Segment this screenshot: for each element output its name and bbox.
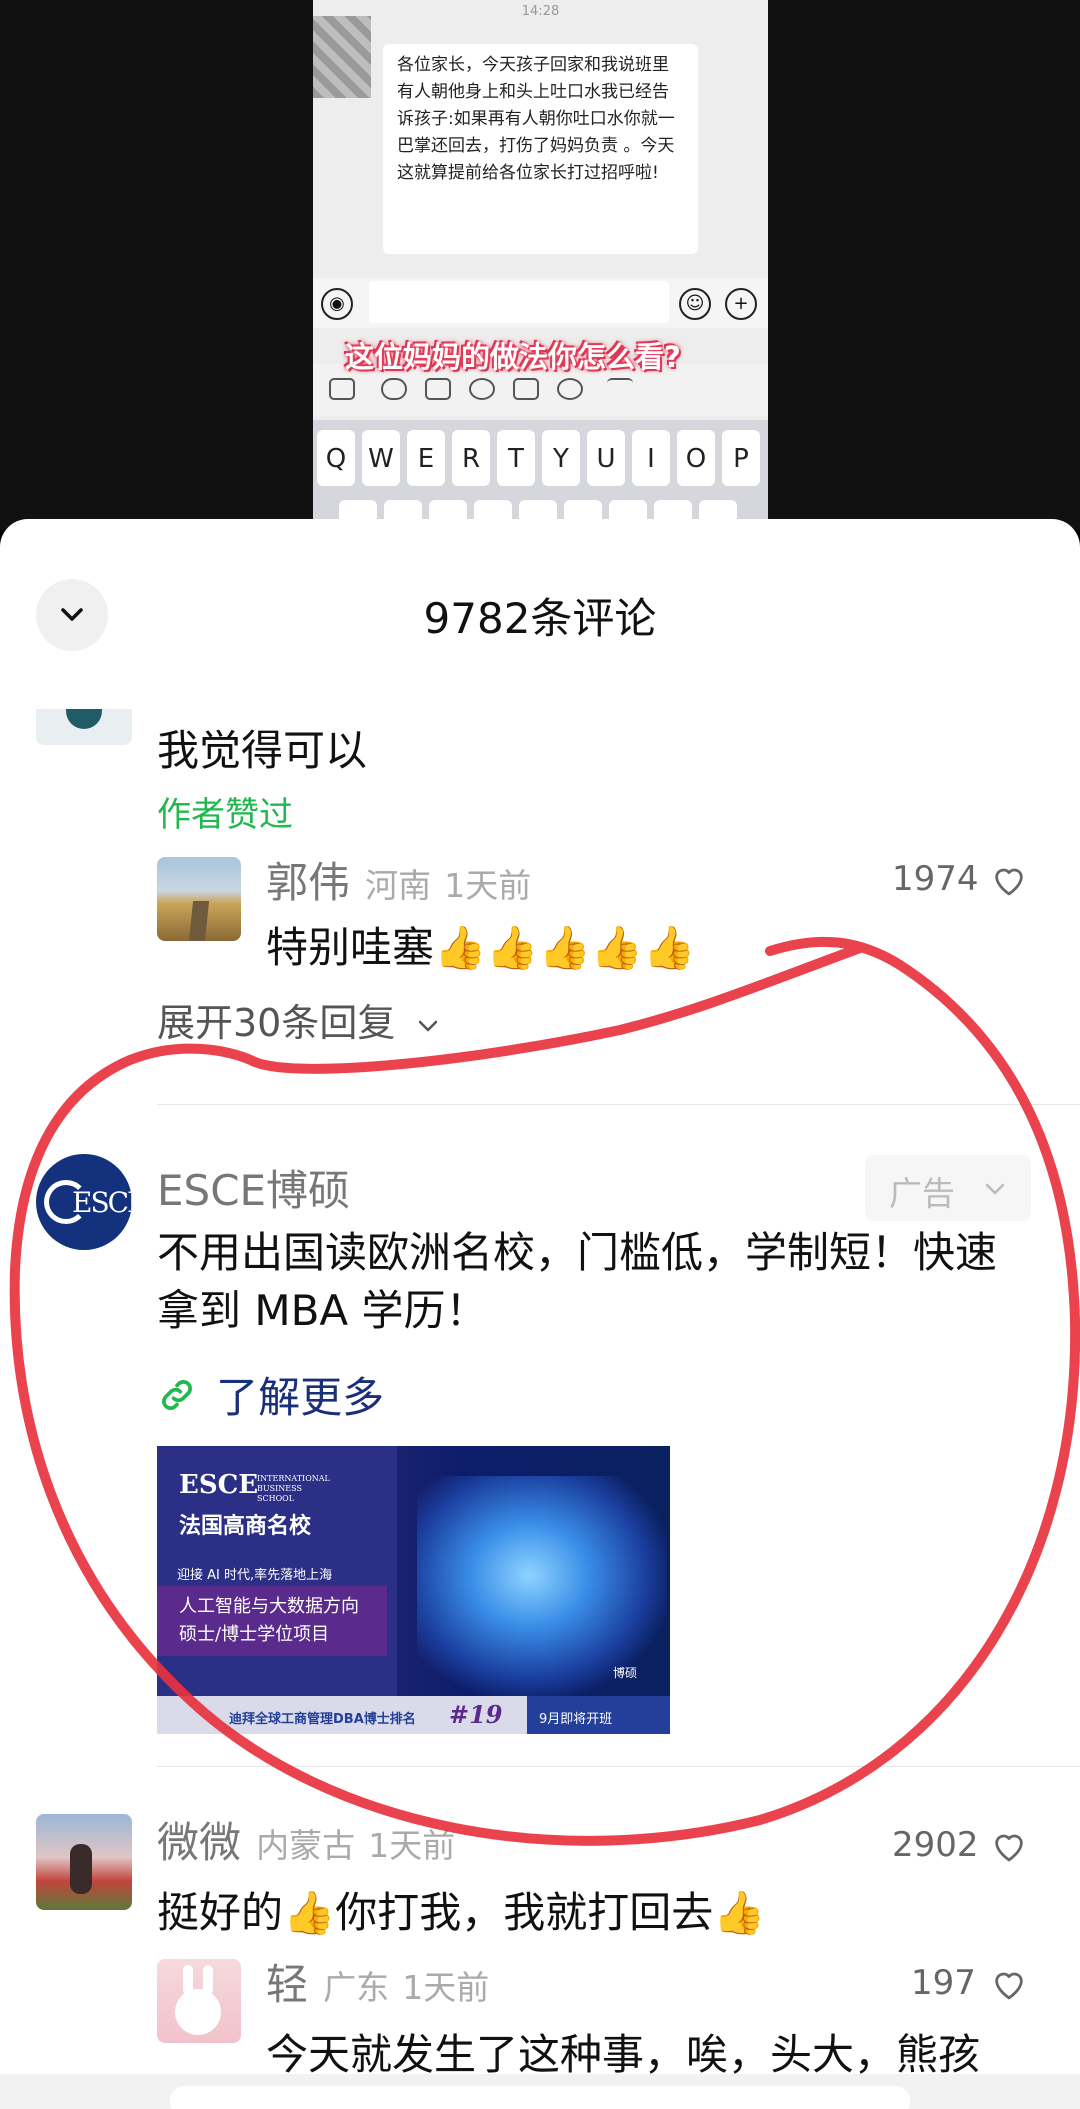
reply-time: 1天前: [444, 866, 532, 905]
ad-image-tagline: 迎接 AI 时代,率先落地上海: [177, 1568, 333, 1583]
comment-input-bar[interactable]: [0, 2074, 1080, 2109]
key: E: [407, 430, 445, 486]
like-count: 197: [911, 1963, 976, 2003]
advertiser-name[interactable]: ESCE博硕: [157, 1157, 350, 1218]
ad-image-brand-sub: INTERNATIONAL BUSINESS SCHOOL: [257, 1474, 330, 1503]
ad-text[interactable]: 不用出国读欧洲名校，门槛低，学制短！快速拿到 MBA 学历！: [157, 1224, 1037, 1340]
comment-sheet: 9782条评论 我觉得可以 作者赞过 郭伟 河南 1天前 1974 特别哇塞👍👍…: [0, 519, 1080, 2109]
expand-replies-label: 展开30条回复: [157, 1001, 396, 1045]
emoji-icon: ☺: [679, 288, 711, 320]
ad-image-headline: 法国高商名校: [179, 1513, 312, 1539]
key: R: [452, 430, 490, 486]
author-liked-badge: 作者赞过: [157, 795, 293, 835]
avatar[interactable]: [36, 1814, 132, 1910]
comment-input-field[interactable]: [170, 2086, 910, 2109]
video-caption: 这位妈妈的做法你怎么看?: [345, 340, 681, 374]
advertiser-logo[interactable]: ESCE: [36, 1154, 132, 1250]
ad-image-program-2: 硕士/博士学位项目: [179, 1624, 330, 1645]
sender-avatar-blurred: [313, 16, 371, 98]
chat-bubble: 各位家长，今天孩子回家和我说班里有人朝他身上和头上吐口水我已经告诉孩子:如果再有…: [383, 44, 698, 254]
key: I: [632, 430, 670, 486]
comment-text[interactable]: 我觉得可以: [157, 717, 367, 778]
reply-username[interactable]: 轻: [266, 1960, 308, 2009]
reply-text[interactable]: 今天就发生了这种事，唉，头大，熊孩: [266, 2021, 1066, 2082]
image-icon: [425, 378, 451, 400]
ad-image-program-1: 人工智能与大数据方向: [179, 1596, 359, 1617]
learn-more-link[interactable]: 了解更多: [157, 1364, 384, 1425]
key: Q: [317, 430, 355, 486]
reply-text[interactable]: 特别哇塞👍👍👍👍👍: [266, 914, 695, 975]
divider: [157, 1104, 1080, 1105]
ad-image-brand: ESCE: [179, 1470, 259, 1500]
keyboard: Q W E R T Y U I O P: [313, 420, 768, 530]
like-count: 1974: [892, 859, 979, 899]
advertiser-logo-text: ESCE: [72, 1186, 132, 1219]
reply-location: 广东: [323, 1968, 390, 2007]
key: P: [722, 430, 760, 486]
heart-icon[interactable]: [990, 1967, 1028, 2001]
chat-input-box: [369, 281, 669, 323]
ad-image-face: [417, 1476, 667, 1696]
heart-icon[interactable]: [990, 1829, 1028, 1863]
comment-username[interactable]: 微微: [157, 1818, 241, 1867]
chevron-down-icon: [419, 1020, 438, 1031]
key: O: [677, 430, 715, 486]
expand-replies-link[interactable]: 展开30条回复: [157, 992, 441, 1047]
mic-icon: [381, 378, 407, 400]
chat-icon: [513, 378, 539, 400]
divider: [157, 1766, 1080, 1767]
video-frame: 14:28 各位家长，今天孩子回家和我说班里有人朝他身上和头上吐口水我已经告诉孩…: [313, 0, 768, 530]
chat-input-row: ◉ ☺ +: [313, 278, 768, 328]
learn-more-label: 了解更多: [216, 1373, 385, 1422]
key: Y: [542, 430, 580, 486]
comment-count-title: 9782条评论: [423, 594, 657, 643]
avatar[interactable]: [157, 857, 241, 941]
link-icon: [162, 1379, 192, 1410]
reply-location: 河南: [365, 866, 432, 905]
reply-time: 1天前: [402, 1968, 490, 2007]
ad-image-rank: #19: [449, 1700, 503, 1729]
ad-tag-label: 广告: [889, 1174, 955, 1213]
status-time: 14:28: [521, 4, 560, 19]
ad-image-corner: 博硕: [613, 1666, 638, 1680]
key: W: [362, 430, 400, 486]
voice-icon: ◉: [321, 288, 353, 320]
chevron-down-icon: [985, 1183, 1005, 1195]
ad-image[interactable]: ESCE INTERNATIONAL BUSINESS SCHOOL 法国高商名…: [157, 1446, 670, 1734]
ad-image-rank-text: 迪拜全球工商管理DBA博士排名: [229, 1712, 416, 1727]
collapse-keyboard-icon: [607, 378, 633, 400]
comment-time: 1天前: [368, 1826, 456, 1865]
avatar[interactable]: [36, 709, 132, 745]
symbol-icon: [469, 378, 495, 400]
video-player[interactable]: 14:28 各位家长，今天孩子回家和我说班里有人朝他身上和头上吐口水我已经告诉孩…: [0, 0, 1080, 530]
ad-tag-dropdown[interactable]: 广告: [865, 1155, 1031, 1221]
keyboard-icon: [329, 378, 355, 400]
comment-text[interactable]: 挺好的👍你打我，我就打回去👍: [157, 1879, 766, 1940]
heart-icon[interactable]: [990, 863, 1028, 897]
reply-username[interactable]: 郭伟: [266, 858, 350, 907]
key: U: [587, 430, 625, 486]
key: T: [497, 430, 535, 486]
split-icon: [557, 378, 583, 400]
like-count: 2902: [892, 1825, 979, 1865]
plus-icon: +: [725, 288, 757, 320]
avatar[interactable]: [157, 1959, 241, 2043]
ad-image-enroll: 9月即将开班: [539, 1712, 613, 1727]
comment-location: 内蒙古: [256, 1826, 356, 1865]
